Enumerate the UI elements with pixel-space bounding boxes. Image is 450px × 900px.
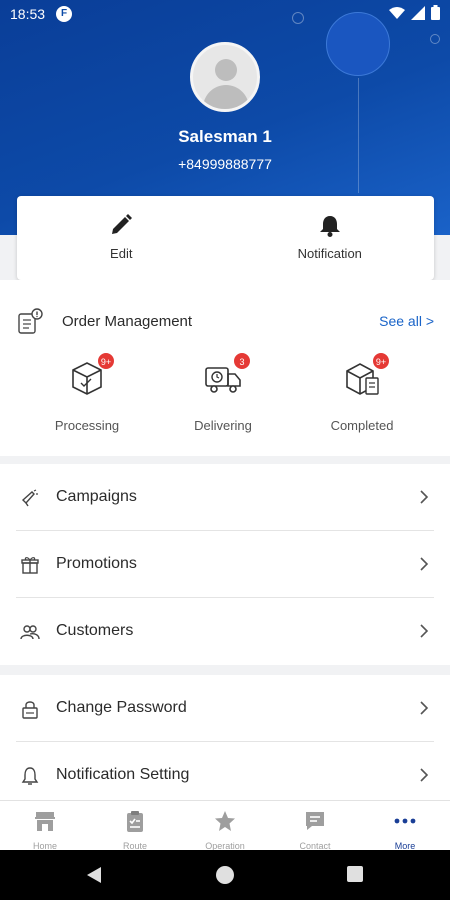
processing-badge: 9+: [97, 352, 115, 370]
bottom-navigation: Home Route Operation Contact More: [0, 800, 450, 851]
notification-label: Notification: [297, 246, 362, 261]
menu-item-customers[interactable]: Customers: [16, 598, 434, 665]
change-password-label: Change Password: [56, 699, 187, 716]
customers-label: Customers: [56, 622, 134, 639]
status-processing[interactable]: 9+ Processing: [32, 352, 142, 433]
delivering-badge: 3: [233, 352, 251, 370]
edit-label: Edit: [110, 246, 133, 261]
status-bar: 18:53 F: [0, 0, 450, 28]
chevron-right-icon: [420, 768, 429, 782]
lock-icon: [22, 701, 38, 719]
chat-icon: [306, 812, 324, 830]
nav-home[interactable]: Home: [0, 801, 90, 851]
chevron-right-icon: [420, 624, 429, 638]
quick-actions-card: Edit 9+ Notification: [17, 196, 434, 280]
order-list-icon: [18, 308, 43, 334]
back-icon[interactable]: [86, 866, 102, 884]
delivering-label: Delivering: [194, 418, 252, 433]
menu-item-campaigns[interactable]: Campaigns: [16, 464, 434, 531]
avatar-head-shape: [215, 59, 237, 81]
notification-setting-label: Notification Setting: [56, 766, 190, 783]
order-management-header: Order Management See all >: [0, 308, 450, 334]
nav-route[interactable]: Route: [90, 801, 180, 851]
bell-icon: [319, 216, 340, 237]
pencil-icon: [112, 214, 133, 234]
notification-button[interactable]: 9+ Notification: [226, 196, 435, 280]
completed-badge: 9+: [372, 352, 390, 370]
chevron-right-icon: [420, 557, 429, 571]
star-icon: [215, 811, 235, 831]
avatar[interactable]: [190, 42, 260, 112]
bell-outline-icon: [21, 767, 39, 785]
nav-operation[interactable]: Operation: [180, 801, 270, 851]
nav-more[interactable]: More: [360, 801, 450, 851]
menu-item-notification-setting[interactable]: Notification Setting: [16, 742, 434, 809]
completed-label: Completed: [330, 418, 394, 433]
users-icon: [20, 625, 40, 640]
campaigns-label: Campaigns: [56, 488, 137, 505]
menu-item-promotions[interactable]: Promotions: [16, 531, 434, 598]
android-system-nav: [0, 850, 450, 900]
menu-group-main: Campaigns Promotions Customers: [0, 464, 450, 665]
avatar-body-shape: [203, 85, 249, 109]
status-indicators: [389, 5, 440, 20]
megaphone-icon: [21, 489, 38, 507]
order-management-section: Order Management See all > 9+ Processing…: [0, 280, 450, 456]
edit-button[interactable]: Edit: [17, 196, 226, 280]
menu-group-settings: Change Password Notification Setting: [0, 675, 450, 809]
see-all-link[interactable]: See all >: [379, 313, 434, 329]
wifi-icon: [389, 6, 405, 19]
recent-apps-icon[interactable]: [347, 866, 363, 882]
app-notification-icon: F: [56, 6, 72, 22]
battery-icon: [431, 5, 440, 20]
status-time: 18:53: [10, 6, 46, 22]
order-management-title: Order Management: [62, 313, 193, 330]
processing-label: Processing: [54, 418, 120, 433]
home-circle-icon[interactable]: [216, 866, 234, 884]
store-icon: [35, 812, 55, 831]
profile-phone: +84999888777: [178, 156, 272, 172]
gift-icon: [21, 557, 39, 574]
signal-icon: [411, 5, 425, 20]
nav-contact[interactable]: Contact: [270, 801, 360, 851]
chevron-right-icon: [420, 701, 429, 715]
profile-name: Salesman 1: [178, 127, 272, 146]
decor-bubble: [430, 34, 440, 44]
clipboard-icon: [127, 811, 143, 832]
promotions-label: Promotions: [56, 555, 137, 572]
more-dots-icon: [394, 818, 416, 824]
chevron-right-icon: [420, 490, 429, 504]
status-completed[interactable]: 9+ Completed: [307, 352, 417, 433]
menu-item-change-password[interactable]: Change Password: [16, 675, 434, 742]
status-delivering[interactable]: 3 Delivering: [168, 352, 278, 433]
